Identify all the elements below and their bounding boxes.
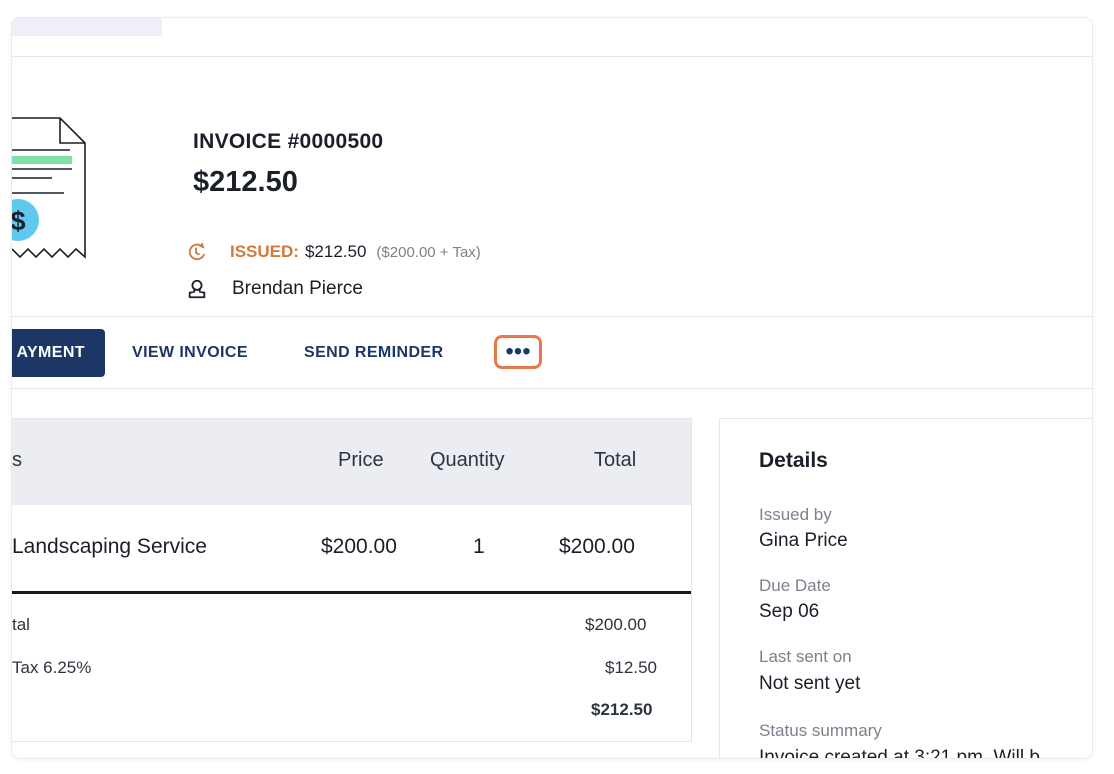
record-payment-button[interactable]: AYMENT	[12, 329, 105, 377]
subtotal-value: $200.00	[585, 615, 647, 634]
more-options-button[interactable]: •••	[494, 335, 542, 369]
details-card: Details Issued by Gina Price Due Date Se…	[719, 418, 1092, 758]
details-title: Details	[759, 449, 828, 472]
invoice-header-card: $ INVOICE #0000500 $212.50 ISSUED: $212.…	[12, 58, 1092, 389]
top-tab[interactable]	[12, 18, 162, 36]
grand-total-value: $212.50	[591, 700, 653, 719]
person-icon	[188, 279, 206, 299]
invoice-window: $ INVOICE #0000500 $212.50 ISSUED: $212.…	[12, 18, 1092, 758]
header-total: Total	[594, 449, 637, 471]
clock-icon	[188, 242, 205, 261]
status-line: ISSUED: $212.50 ($200.00 + Tax)	[186, 240, 481, 264]
tax-label: Tax 6.25%	[12, 658, 92, 677]
header-quantity: Quantity	[430, 449, 505, 471]
top-bar	[12, 18, 1092, 57]
customer-line: Brendan Pierce	[186, 276, 363, 302]
status-label: ISSUED:	[230, 242, 299, 261]
tax-value: $12.50	[605, 658, 657, 677]
subtotal-label: tal	[12, 615, 30, 634]
customer-name[interactable]: Brendan Pierce	[232, 278, 363, 300]
invoice-illustration: $	[12, 117, 86, 259]
item-name: Landscaping Service	[12, 535, 207, 558]
issued-by-label: Issued by	[759, 505, 832, 524]
more-dots-icon: •••	[505, 338, 531, 365]
invoice-number: INVOICE #0000500	[193, 130, 384, 153]
header-price: Price	[338, 449, 384, 471]
table-row[interactable]: Landscaping Service $200.00 1 $200.00	[12, 505, 691, 594]
due-date-value: Sep 06	[759, 601, 820, 622]
send-reminder-button[interactable]: SEND REMINDER	[304, 329, 443, 377]
status-amount: $212.50	[304, 242, 367, 261]
status-summary-value: Invoice created at 3:21 pm. Will b	[759, 747, 1040, 758]
status-summary-label: Status summary	[759, 721, 882, 740]
view-invoice-button[interactable]: VIEW INVOICE	[132, 329, 248, 377]
invoice-amount: $212.50	[193, 166, 298, 198]
status-breakdown: ($200.00 + Tax)	[376, 243, 481, 261]
line-items-card: s Price Quantity Total Landscaping Servi…	[12, 418, 692, 742]
item-price: $200.00	[321, 535, 397, 558]
item-total: $200.00	[559, 535, 635, 558]
issued-by-value: Gina Price	[759, 530, 848, 551]
action-bar: AYMENT VIEW INVOICE SEND REMINDER •••	[12, 316, 1092, 389]
due-date-label: Due Date	[759, 576, 831, 595]
last-sent-value: Not sent yet	[759, 673, 861, 694]
header-item: s	[12, 449, 22, 471]
last-sent-label: Last sent on	[759, 647, 852, 666]
item-quantity: 1	[473, 535, 485, 558]
svg-text:$: $	[12, 206, 26, 236]
table-header: s Price Quantity Total	[12, 419, 691, 505]
